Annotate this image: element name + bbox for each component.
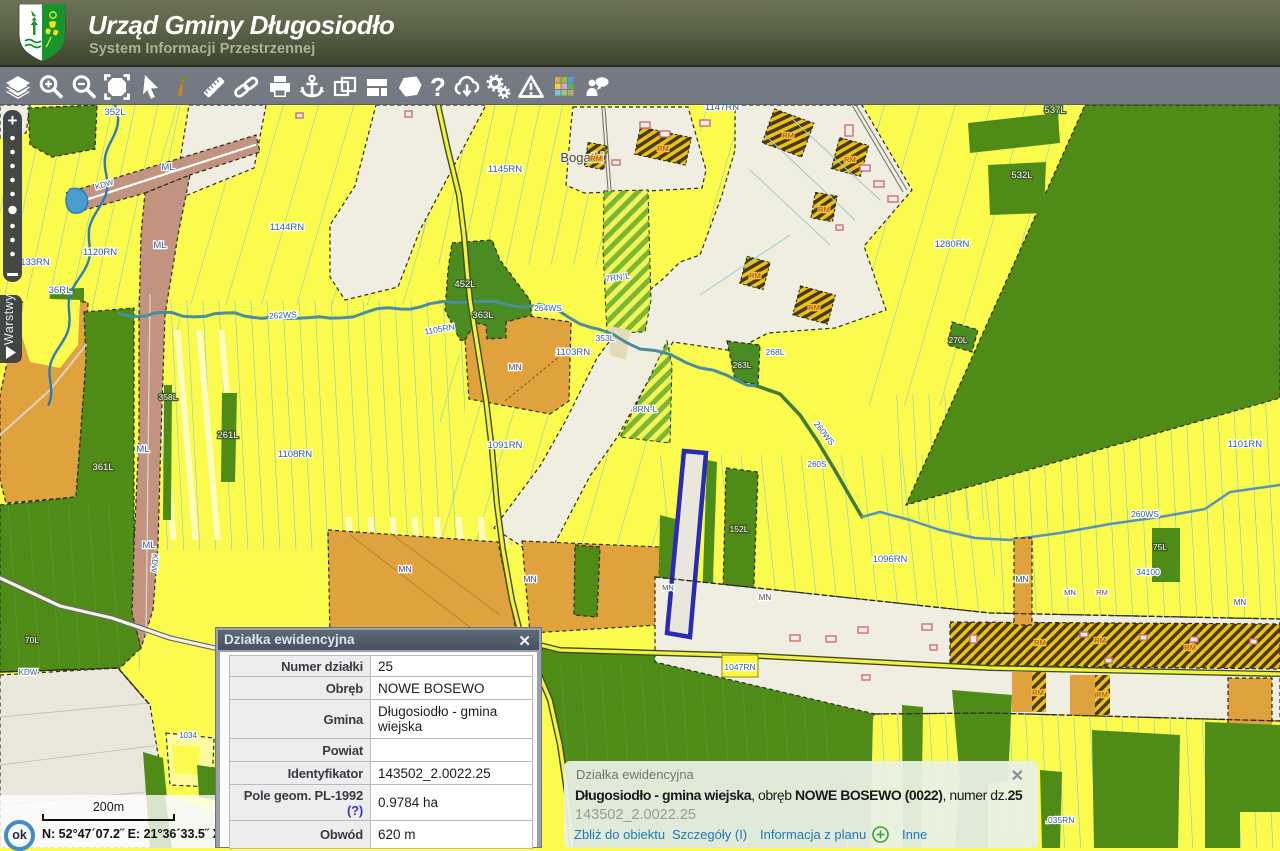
svg-text:KDW: KDW: [19, 668, 38, 677]
svg-text:152L: 152L: [730, 524, 749, 534]
svg-text:ML: ML: [136, 444, 149, 455]
svg-text:ML: ML: [153, 240, 166, 251]
svg-text:352L: 352L: [104, 107, 125, 118]
svg-text:?: ?: [430, 74, 446, 100]
svg-text:RM: RM: [1032, 688, 1044, 697]
svg-text:MN: MN: [1015, 574, 1028, 584]
svg-text:RM: RM: [657, 144, 669, 153]
svg-text:263L: 263L: [733, 360, 752, 370]
svg-text:34100: 34100: [1136, 567, 1160, 577]
svg-text:361L: 361L: [92, 462, 113, 473]
svg-text:262WS: 262WS: [269, 309, 298, 320]
svg-text:1108RN: 1108RN: [278, 449, 312, 460]
svg-text:1280RN: 1280RN: [935, 239, 970, 250]
svg-text:452L: 452L: [454, 279, 475, 290]
svg-text:270L: 270L: [949, 335, 968, 345]
svg-text:RM: RM: [808, 303, 820, 312]
svg-text:RM: RM: [1096, 588, 1108, 597]
svg-text:MN: MN: [662, 583, 674, 592]
svg-text:RM: RM: [1034, 638, 1046, 647]
svg-text:358L: 358L: [159, 392, 178, 402]
svg-text:353L: 353L: [596, 333, 615, 343]
svg-text:264WS: 264WS: [534, 303, 562, 313]
svg-text:70L: 70L: [25, 635, 39, 645]
svg-text:MN: MN: [398, 564, 411, 574]
svg-text:1034: 1034: [179, 731, 197, 740]
svg-text:261L: 261L: [217, 430, 238, 441]
svg-text:1103RN: 1103RN: [556, 347, 590, 358]
svg-text:8RN-L: 8RN-L: [633, 404, 658, 414]
svg-text:RM: RM: [590, 154, 602, 163]
svg-text:133RN: 133RN: [20, 257, 50, 268]
svg-text:1144RN: 1144RN: [270, 222, 304, 233]
svg-text:1147RN: 1147RN: [705, 105, 739, 113]
svg-text:MN: MN: [1234, 598, 1247, 607]
svg-text:ML: ML: [142, 540, 155, 551]
svg-text:.035RN: .035RN: [1046, 815, 1075, 825]
svg-text:1047RN: 1047RN: [724, 662, 755, 672]
svg-text:260WS: 260WS: [1131, 509, 1159, 519]
svg-text:RM: RM: [782, 131, 794, 140]
svg-text:KDW: KDW: [149, 554, 160, 574]
svg-text:1120RN: 1120RN: [83, 247, 117, 258]
svg-text:537L: 537L: [1044, 105, 1065, 116]
svg-text:RM: RM: [749, 271, 761, 280]
svg-text:RM: RM: [818, 205, 830, 214]
svg-text:MN: MN: [508, 362, 521, 372]
svg-text:RM: RM: [1184, 643, 1196, 652]
svg-text:MN: MN: [1064, 588, 1076, 597]
svg-text:1101RN: 1101RN: [1228, 439, 1262, 450]
svg-text:ML: ML: [161, 162, 174, 173]
svg-text:1145RN: 1145RN: [488, 164, 522, 175]
svg-text:MN: MN: [759, 593, 772, 602]
svg-text:268L: 268L: [766, 347, 785, 357]
svg-text:RM: RM: [1094, 636, 1106, 645]
svg-text:75L: 75L: [1153, 542, 1167, 552]
svg-text:36RL: 36RL: [49, 285, 72, 296]
svg-text:MN: MN: [523, 574, 536, 584]
svg-text:RM: RM: [1096, 690, 1108, 699]
svg-text:RM: RM: [844, 155, 856, 164]
svg-text:1096RN: 1096RN: [873, 554, 908, 565]
svg-text:260S: 260S: [808, 460, 827, 469]
svg-text:532L: 532L: [1011, 170, 1032, 181]
svg-text:1091RN: 1091RN: [488, 440, 523, 451]
svg-text:363L: 363L: [472, 310, 493, 321]
